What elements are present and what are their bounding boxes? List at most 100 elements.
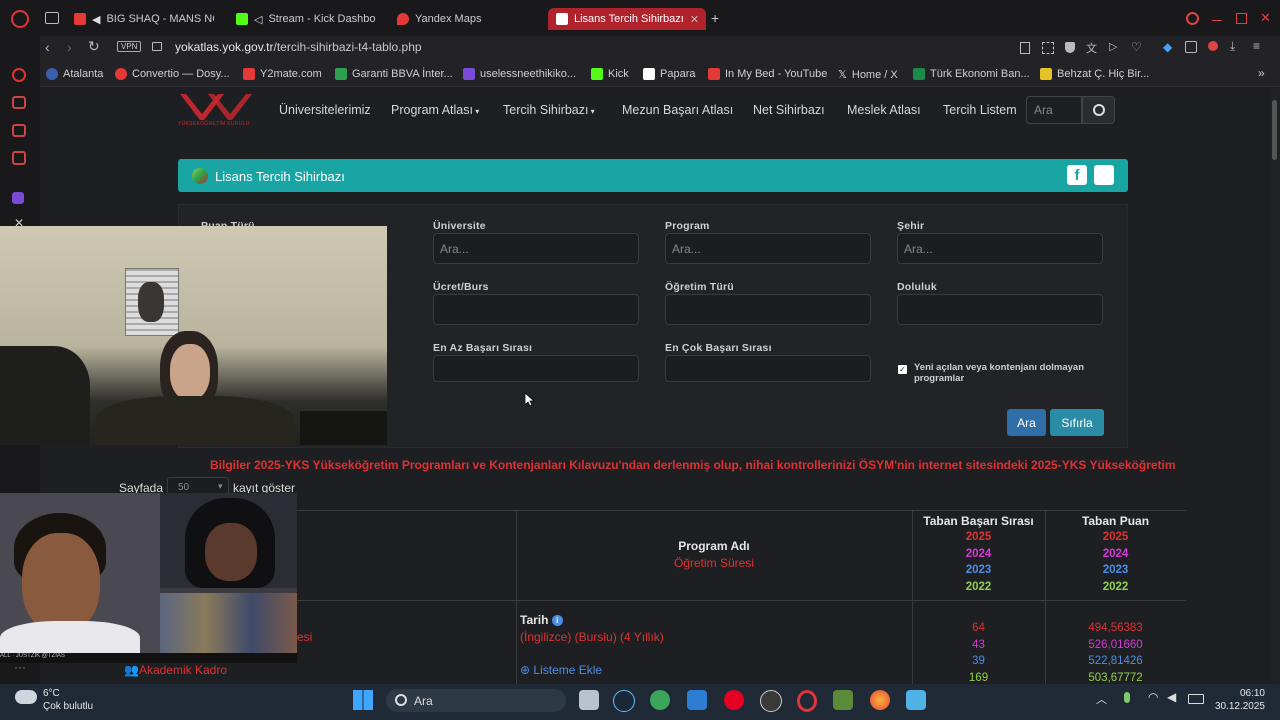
add-to-list-link[interactable]: ⊕ Listeme Ekle <box>520 663 602 677</box>
bookmark-garanti[interactable]: Garanti BBVA İnter... <box>335 68 453 80</box>
download-icon[interactable]: ⤓ <box>1230 39 1235 54</box>
back-icon[interactable]: ‹ <box>45 39 50 55</box>
workspaces-icon[interactable] <box>45 12 59 24</box>
weather-desc[interactable]: Çok bulutlu <box>43 701 93 712</box>
bookmark-teb[interactable]: Türk Ekonomi Ban... <box>913 68 1030 80</box>
battery-icon[interactable] <box>1188 694 1204 704</box>
microphone-icon[interactable] <box>1124 692 1130 703</box>
clock-time[interactable]: 06:10 <box>1229 688 1265 699</box>
page-scrollbar[interactable] <box>1270 87 1280 684</box>
ucret-select[interactable] <box>433 294 639 325</box>
profile-icon[interactable] <box>1208 41 1218 51</box>
site-search-input[interactable]: Ara <box>1026 96 1082 124</box>
nav-mezun-basari[interactable]: Mezun Başarı Atlası <box>622 103 733 117</box>
task-view-icon[interactable] <box>579 690 599 710</box>
box-icon[interactable] <box>12 124 26 137</box>
clock-date[interactable]: 30.12.2025 <box>1205 701 1265 712</box>
diamond-icon[interactable]: ◆ <box>1163 40 1172 54</box>
firefox-icon[interactable] <box>870 690 890 710</box>
aria-icon[interactable] <box>12 68 26 82</box>
windows-start-icon[interactable] <box>353 690 373 710</box>
weather-temp[interactable]: 6°C <box>43 688 60 699</box>
scrollbar-thumb[interactable] <box>1272 100 1277 160</box>
volume-icon[interactable]: ◀ <box>1167 690 1176 704</box>
opera-logo-icon[interactable] <box>11 10 29 28</box>
facebook-icon[interactable]: f <box>1067 165 1087 185</box>
nav-tercih-sihirbazi[interactable]: Tercih Sihirbazı ▾ <box>503 103 595 117</box>
yok-logo[interactable]: YÜKSEKÖĞRETİM KURULU <box>178 92 256 130</box>
ogretim-select[interactable] <box>665 294 871 325</box>
search-button[interactable]: Ara <box>1007 409 1046 436</box>
pinterest-icon[interactable] <box>724 690 744 710</box>
bookmark-behzat[interactable]: Behzat Ç. Hiç Bir... <box>1040 68 1149 80</box>
site-search-button[interactable] <box>1082 96 1115 124</box>
briefcase-icon[interactable] <box>12 96 26 109</box>
snapshot-icon[interactable] <box>1042 42 1054 54</box>
url-field[interactable]: yokatlas.yok.gov.tr/tercih-sihirbazi-t4-… <box>175 40 422 54</box>
en-cok-input[interactable] <box>665 355 871 382</box>
nav-program-atlasi[interactable]: Program Atlası ▾ <box>391 103 479 117</box>
close-tab-icon[interactable]: ✕ <box>690 13 699 26</box>
new-programs-checkbox[interactable]: ✓ <box>898 365 907 374</box>
reload-icon[interactable]: ↻ <box>88 38 100 55</box>
bookmark-x[interactable]: 𝕏 Home / X <box>838 68 898 82</box>
doluluk-select[interactable] <box>897 294 1103 325</box>
pin-icon[interactable] <box>1020 42 1030 54</box>
new-tab-button[interactable]: + <box>711 10 719 26</box>
nav-net-sihirbazi[interactable]: Net Sihirbazı <box>753 103 825 117</box>
akademik-kadro-link[interactable]: 👥Akademik Kadro <box>124 663 227 677</box>
taskbar-search[interactable]: Ara <box>386 689 566 712</box>
lock-icon[interactable] <box>152 42 162 51</box>
reset-button[interactable]: Sıfırla <box>1050 409 1104 436</box>
search-tabs-icon[interactable] <box>1186 12 1199 25</box>
th-rank[interactable]: Taban Başarı Sırası <box>912 514 1045 528</box>
gmail-icon[interactable] <box>12 151 26 165</box>
menu-icon[interactable]: ≡ <box>1253 39 1260 53</box>
nav-meslek-atlasi[interactable]: Meslek Atlası <box>847 103 921 117</box>
tab-youtube[interactable]: ◀ BIG SHAQ - MANS NO <box>74 8 214 30</box>
tab-yandex-maps[interactable]: Yandex Maps <box>397 8 527 30</box>
weather-icon[interactable] <box>15 690 37 704</box>
maximize-icon[interactable] <box>1236 13 1247 24</box>
tab-kick[interactable]: ◁ Stream - Kick Dashbo <box>236 8 376 30</box>
bookmark-atalanta[interactable]: Atalanta <box>46 68 103 80</box>
more-bookmarks-icon[interactable]: » <box>1258 66 1265 80</box>
tab-lisans-tercih[interactable]: Lisans Tercih Sihirbazı ✕ <box>548 8 706 30</box>
universite-input[interactable]: Ara... <box>433 233 639 264</box>
th-score[interactable]: Taban Puan <box>1045 514 1186 528</box>
bookmark-kick[interactable]: Kick <box>591 68 629 80</box>
wifi-icon[interactable]: ◠ <box>1148 690 1158 704</box>
en-az-input[interactable] <box>433 355 639 382</box>
vpn-badge[interactable]: VPN <box>117 41 142 52</box>
program-input[interactable]: Ara... <box>665 233 871 264</box>
twitch-icon[interactable] <box>12 192 24 204</box>
play-icon[interactable]: ▷ <box>1109 40 1117 53</box>
bookmark-youtube[interactable]: In My Bed - YouTube <box>708 68 827 80</box>
extensions-icon[interactable] <box>1185 41 1197 53</box>
tray-chevron-icon[interactable]: ︿ <box>1096 691 1107 707</box>
heart-icon[interactable]: ♡ <box>1131 40 1142 54</box>
program-name[interactable]: Tarih i <box>520 613 563 627</box>
university-name-fragment[interactable]: esi <box>297 630 312 644</box>
bookmark-papara[interactable]: Papara <box>643 68 695 80</box>
twitter-icon[interactable] <box>1094 165 1114 185</box>
shield-icon[interactable] <box>1065 42 1075 53</box>
forward-icon[interactable]: › <box>67 39 72 55</box>
bookmark-twitch[interactable]: uselessneethikiko... <box>463 68 576 80</box>
minecraft-icon[interactable] <box>833 690 853 710</box>
bookmark-y2mate[interactable]: Y2mate.com <box>243 68 322 80</box>
translate-icon[interactable]: 文 <box>1086 40 1097 56</box>
close-window-icon[interactable]: ✕ <box>1260 10 1271 26</box>
minimize-icon[interactable] <box>1212 20 1222 21</box>
obs-icon[interactable] <box>760 690 782 712</box>
steam-icon[interactable] <box>613 690 635 712</box>
bookmark-convertio[interactable]: Convertio — Dosy... <box>115 68 230 80</box>
nav-universitelerimiz[interactable]: Üniversitelerimiz <box>279 103 371 117</box>
nav-tercih-listem[interactable]: Tercih Listem <box>943 103 1017 117</box>
sehir-input[interactable]: Ara... <box>897 233 1103 264</box>
discord-icon[interactable] <box>650 690 670 710</box>
mail-icon[interactable] <box>687 690 707 710</box>
notepad-icon[interactable] <box>906 690 926 710</box>
th-program[interactable]: Program Adı <box>516 539 912 553</box>
info-icon[interactable]: i <box>551 615 563 627</box>
